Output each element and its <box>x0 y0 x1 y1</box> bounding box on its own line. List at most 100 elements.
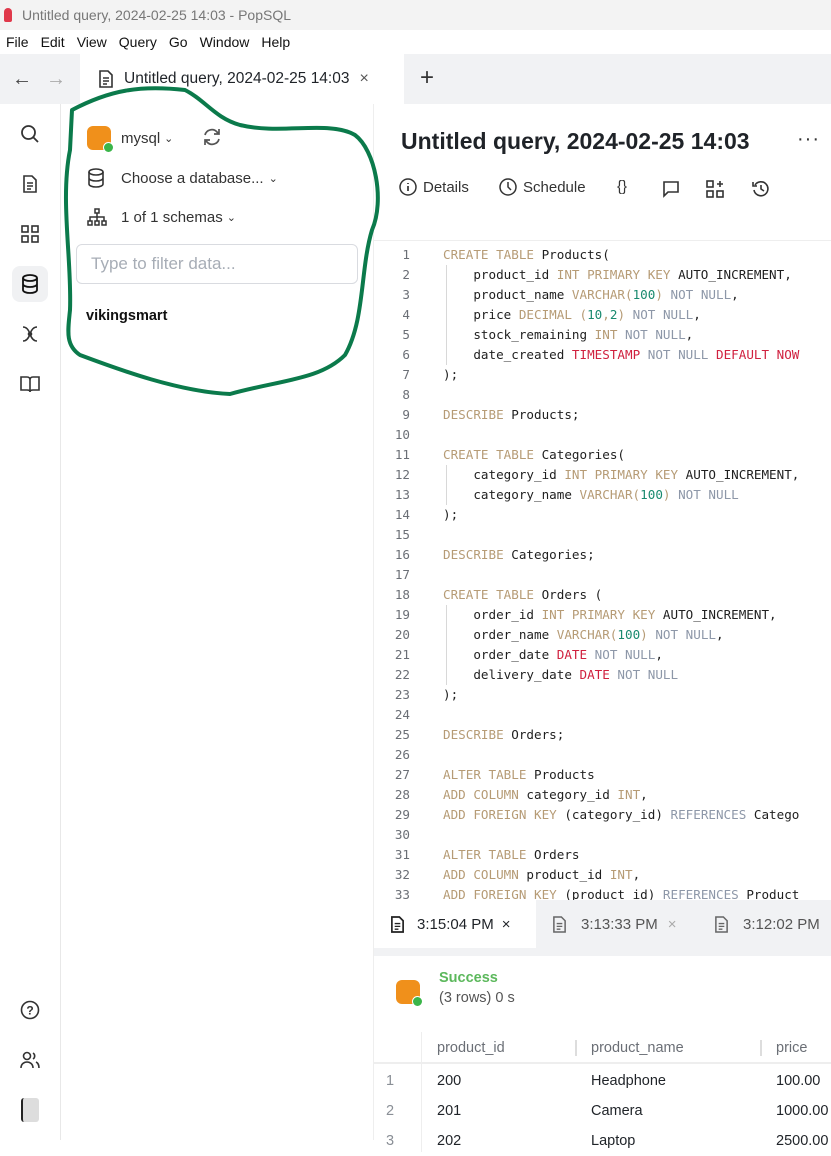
table-cell[interactable]: 2500.00 <box>776 1126 828 1156</box>
document-icon <box>391 915 404 933</box>
team-icon[interactable] <box>12 1042 48 1078</box>
document-icon <box>553 915 566 933</box>
result-tab-2[interactable]: 3:13:33 PM × <box>552 900 676 948</box>
code-token: INT <box>617 787 641 802</box>
close-tab-icon[interactable]: × <box>502 916 511 933</box>
status-text: Success <box>439 970 498 986</box>
line-number: 27 <box>394 767 410 782</box>
table-cell[interactable]: 202 <box>437 1126 461 1156</box>
table-cell[interactable]: 201 <box>437 1096 461 1126</box>
menu-go[interactable]: Go <box>169 34 188 50</box>
column-header-product-name[interactable]: product_name <box>591 1032 684 1064</box>
code-token: ); <box>443 367 459 382</box>
column-header-product-id[interactable]: product_id <box>437 1032 505 1064</box>
close-tab-icon[interactable]: × <box>359 70 368 88</box>
comment-icon[interactable] <box>662 180 680 198</box>
schema-selector[interactable]: 1 of 1 schemas ⌄ <box>87 208 236 226</box>
add-chart-icon[interactable] <box>706 180 724 198</box>
code-token: ); <box>443 507 459 522</box>
menu-edit[interactable]: Edit <box>41 34 65 50</box>
variables-button[interactable]: {} <box>617 178 627 195</box>
user-avatar[interactable] <box>12 1092 48 1128</box>
search-icon[interactable] <box>12 116 48 152</box>
tab-untitled-query[interactable]: Untitled query, 2024-02-25 14:03 × <box>80 54 404 104</box>
code-text: category_id INT PRIMARY KEY AUTO_INCREME… <box>443 465 799 485</box>
menu-window[interactable]: Window <box>200 34 250 50</box>
schedule-button[interactable]: Schedule <box>499 178 586 196</box>
history-icon[interactable] <box>752 180 770 198</box>
code-token: DESCRIBE <box>443 727 512 742</box>
table-cell[interactable]: Headphone <box>591 1066 666 1096</box>
new-tab-button[interactable]: + <box>420 64 434 92</box>
mysql-logo-icon <box>396 980 423 1007</box>
code-token: ADD COLUMN <box>443 867 527 882</box>
refresh-icon[interactable] <box>201 126 223 153</box>
row-number[interactable]: 2 <box>386 1096 394 1126</box>
code-token: Orders; <box>511 727 565 742</box>
code-token: date_created <box>443 347 572 362</box>
forward-arrow-icon[interactable]: → <box>46 68 66 91</box>
integrations-icon[interactable] <box>12 316 48 352</box>
code-text: CREATE TABLE Orders ( <box>443 585 602 605</box>
code-text: DESCRIBE Orders; <box>443 725 564 745</box>
menu-view[interactable]: View <box>77 34 107 50</box>
code-token: ) <box>655 287 671 302</box>
code-text: ADD COLUMN product_id INT, <box>443 865 640 885</box>
result-tab-3[interactable]: 3:12:02 PM <box>714 900 820 948</box>
code-token: order_id <box>443 607 542 622</box>
code-token: (product_id) <box>564 887 663 900</box>
code-token: , <box>640 787 648 802</box>
table-cell[interactable]: 200 <box>437 1066 461 1096</box>
code-token: DECIMAL ( <box>518 307 588 322</box>
code-token: , <box>731 287 739 302</box>
database-selector[interactable]: Choose a database... ⌄ <box>87 168 278 188</box>
back-arrow-icon[interactable]: ← <box>12 68 32 91</box>
line-number: 8 <box>402 387 410 402</box>
code-text: DESCRIBE Categories; <box>443 545 595 565</box>
line-number: 10 <box>394 427 410 442</box>
connection-selector[interactable]: mysql ⌄ <box>87 126 173 153</box>
code-text: order_date DATE NOT NULL, <box>443 645 663 665</box>
database-icon[interactable] <box>12 266 48 302</box>
code-token: DATE <box>579 667 618 682</box>
code-text: product_id INT PRIMARY KEY AUTO_INCREMEN… <box>443 265 791 285</box>
filter-data-input[interactable] <box>76 244 358 284</box>
result-tab-label: 3:15:04 PM <box>417 915 494 933</box>
code-token: DEFAULT NOW <box>715 347 800 362</box>
dashboards-icon[interactable] <box>12 216 48 252</box>
line-number: 19 <box>394 607 410 622</box>
menu-file[interactable]: File <box>6 34 29 50</box>
menu-help[interactable]: Help <box>261 34 290 50</box>
table-cell[interactable]: Camera <box>591 1096 643 1126</box>
line-number: 25 <box>394 727 410 742</box>
clock-icon <box>499 178 517 196</box>
column-header-price[interactable]: price <box>776 1032 807 1064</box>
row-number[interactable]: 1 <box>386 1066 394 1096</box>
code-text: ADD FOREIGN KEY (product_id) REFERENCES … <box>443 885 799 900</box>
code-token: NOT NULL <box>678 487 739 502</box>
schema-item-vikingsmart[interactable]: vikingsmart <box>86 308 167 324</box>
book-icon[interactable] <box>12 366 48 402</box>
table-cell[interactable]: Laptop <box>591 1126 635 1156</box>
row-number[interactable]: 3 <box>386 1126 394 1156</box>
code-token: ALTER TABLE <box>443 767 534 782</box>
code-token: , <box>632 867 641 882</box>
close-tab-icon[interactable]: × <box>668 916 677 933</box>
code-token: Product <box>746 887 800 900</box>
help-icon[interactable]: ? <box>12 992 48 1028</box>
table-cell[interactable]: 1000.00 <box>776 1096 828 1126</box>
table-cell[interactable]: 100.00 <box>776 1066 820 1096</box>
menu-query[interactable]: Query <box>119 34 157 50</box>
code-token: order_date <box>443 647 557 662</box>
more-options-button[interactable]: ··· <box>797 128 820 151</box>
code-token: , <box>693 307 701 322</box>
details-button[interactable]: Details <box>399 178 469 196</box>
code-token: ADD FOREIGN KEY <box>443 807 565 822</box>
queries-icon[interactable] <box>12 166 48 202</box>
code-text: price DECIMAL (10,2) NOT NULL, <box>443 305 701 325</box>
query-title[interactable]: Untitled query, 2024-02-25 14:03 <box>401 128 750 155</box>
code-token: ADD COLUMN <box>443 787 527 802</box>
sql-editor[interactable]: 1 CREATE TABLE Products(2 product_id INT … <box>374 240 831 900</box>
code-token: ) <box>640 627 656 642</box>
result-tab-1[interactable]: 3:15:04 PM × <box>374 900 536 948</box>
